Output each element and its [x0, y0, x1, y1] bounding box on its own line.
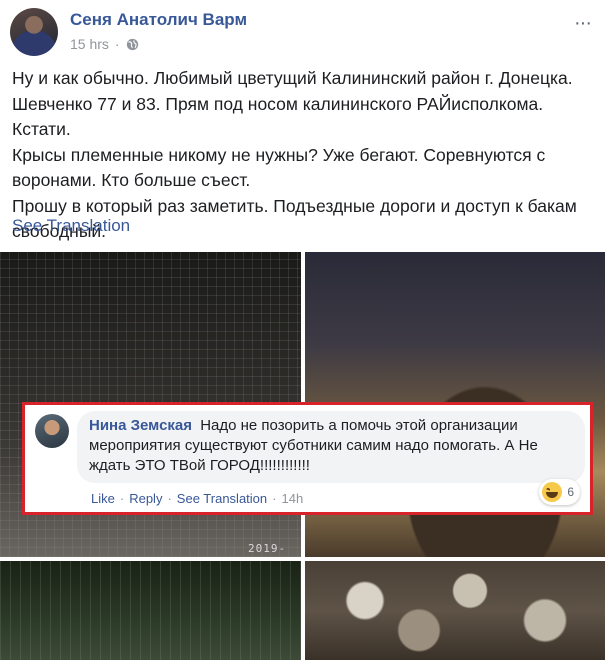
photo-timestamp: 2019-1- — [248, 542, 287, 557]
post-author-name[interactable]: Сеня Анатолич Варм — [70, 10, 247, 30]
highlighted-comment: Нина Земская Надо не позорить а помочь э… — [22, 402, 593, 515]
action-separator: · — [167, 491, 172, 506]
photo-garbage-dark-fence[interactable] — [0, 561, 301, 660]
post-time[interactable]: 15 hrs — [70, 36, 109, 52]
commenter-avatar[interactable] — [35, 414, 69, 448]
see-translation-link[interactable]: See Translation — [12, 216, 130, 236]
author-avatar[interactable] — [10, 8, 58, 56]
post-text-line: Ну и как обычно. Любимый цветущий Калини… — [12, 68, 573, 88]
comment-author-name[interactable]: Нина Земская — [89, 417, 192, 434]
comment-see-translation-link[interactable]: See Translation — [177, 491, 267, 506]
action-separator: · — [272, 491, 277, 506]
action-separator: · — [119, 491, 125, 506]
post-meta: 15 hrs · — [70, 36, 139, 52]
more-options-icon[interactable]: ··· — [574, 12, 592, 35]
meta-separator: · — [114, 36, 120, 52]
post-header: Сеня Анатолич Варм 15 hrs · ··· — [0, 0, 605, 62]
globe-icon — [126, 38, 138, 50]
post-text-line: воронами. Кто больше съест. — [12, 170, 251, 190]
reaction-count-value: 6 — [567, 485, 574, 499]
comment-reply-link[interactable]: Reply — [129, 491, 162, 506]
photo-garbage-pile[interactable] — [305, 561, 605, 660]
comment-actions: Like · Reply · See Translation · 14h — [91, 491, 303, 506]
comment-like-link[interactable]: Like — [91, 491, 115, 506]
post-text-line: Шевченко 77 и 83. Прям под носом калинин… — [12, 93, 548, 140]
comment-bubble: Нина Земская Надо не позорить а помочь э… — [77, 411, 585, 483]
comment-time[interactable]: 14h — [281, 491, 303, 506]
haha-icon — [542, 482, 563, 502]
reaction-count[interactable]: 6 — [539, 479, 580, 505]
post-text-line: Крысы племенные никому не нужны? Уже бег… — [12, 144, 546, 165]
